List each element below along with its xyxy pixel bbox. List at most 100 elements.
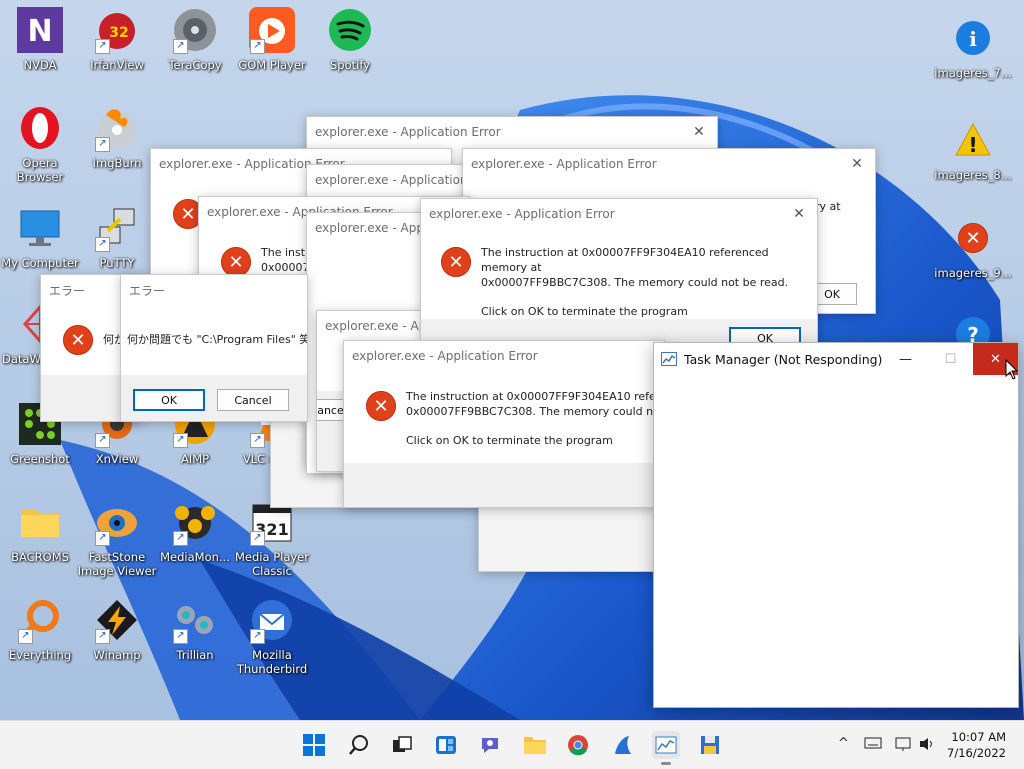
desktop-icon-irfanview[interactable]: 32 ↗ IrfanView bbox=[77, 6, 157, 72]
desktop-icon-opera[interactable]: Opera Browser bbox=[0, 104, 80, 184]
close-button[interactable]: ✕ bbox=[839, 149, 875, 179]
desktop-icon-media-player-classic[interactable]: 321 ↗ Media Player Classic bbox=[232, 498, 312, 578]
app-button[interactable] bbox=[608, 731, 636, 759]
desktop-icon-imageres-8[interactable]: ! imageres_8... bbox=[933, 116, 1013, 182]
warning-icon: ! bbox=[955, 122, 991, 157]
error-dialog[interactable]: explorer.exe - Application Error ✕ The i… bbox=[343, 340, 665, 508]
shark-icon bbox=[615, 736, 631, 754]
maximize-button[interactable]: ☐ bbox=[928, 343, 973, 375]
desktop-icon-imageres-9[interactable]: ✕ imageres_9... bbox=[933, 214, 1013, 280]
shortcut-arrow-icon: ↗ bbox=[173, 39, 188, 54]
desktop-icon-everything[interactable]: ↗ Everything bbox=[0, 596, 80, 662]
shortcut-arrow-icon: ↗ bbox=[95, 531, 110, 546]
desktop-icon-spotify[interactable]: Spotify bbox=[310, 6, 390, 72]
spotify-icon bbox=[329, 9, 371, 51]
dialog-title: explorer.exe - Application Error bbox=[429, 207, 615, 221]
cancel-button[interactable]: Cancel bbox=[217, 389, 289, 411]
search-button[interactable] bbox=[345, 731, 373, 759]
keyboard-icon[interactable] bbox=[864, 736, 882, 754]
error-icon: ✕ bbox=[441, 247, 471, 277]
error-message: 何か問題でも "C:\Program Files" 笑 bbox=[127, 333, 308, 346]
desktop-icon-winamp[interactable]: ↗ Winamp bbox=[77, 596, 157, 662]
dialog-title: エラー bbox=[129, 283, 166, 298]
shortcut-arrow-icon: ↗ bbox=[250, 629, 265, 644]
desktop-icon-nvda[interactable]: N NVDA bbox=[0, 6, 80, 72]
desktop-icon-mediamonkey[interactable]: ↗ MediaMon... bbox=[155, 498, 235, 564]
shortcut-arrow-icon: ↗ bbox=[250, 531, 265, 546]
dialog-title: explorer.exe - Application Error bbox=[471, 157, 657, 171]
shortcut-arrow-icon: ↗ bbox=[173, 629, 188, 644]
chrome-icon bbox=[568, 735, 588, 756]
shortcut-arrow-icon: ↗ bbox=[95, 39, 110, 54]
shortcut-arrow-icon: ↗ bbox=[250, 433, 265, 448]
taskbar: ^ 10:07 AM 7/16/2022 bbox=[0, 720, 1024, 769]
desktop-icon-bacroms[interactable]: BACROMS bbox=[0, 498, 80, 564]
shortcut-arrow-icon: ↗ bbox=[18, 629, 33, 644]
app-button[interactable] bbox=[696, 731, 724, 759]
close-button[interactable]: ✕ bbox=[681, 117, 717, 147]
opera-icon bbox=[21, 107, 59, 149]
task-manager-taskbar-button[interactable] bbox=[652, 731, 680, 765]
svg-text:N: N bbox=[27, 14, 52, 49]
start-button[interactable] bbox=[300, 731, 328, 759]
widgets-icon bbox=[436, 736, 456, 754]
desktop-icon-imageres-7[interactable]: i imageres_7... bbox=[933, 14, 1013, 80]
error-icon: ✕ bbox=[366, 391, 396, 421]
error-icon: ✕ bbox=[958, 223, 988, 253]
shortcut-arrow-icon: ↗ bbox=[95, 433, 110, 448]
error-dialog-ghost bbox=[478, 500, 656, 572]
desktop-icon-gom-player[interactable]: ↗ GOM Player bbox=[232, 6, 312, 72]
close-button[interactable]: ✕ bbox=[781, 199, 817, 229]
dialog-title: explorer.exe - Application Error bbox=[315, 125, 501, 139]
error-icon: ✕ bbox=[221, 247, 251, 277]
error-icon: ✕ bbox=[63, 325, 93, 355]
dialog-title: explorer.exe - Application Error bbox=[315, 173, 477, 187]
tray-overflow-chevron[interactable]: ^ bbox=[838, 736, 849, 751]
floppy-icon bbox=[701, 736, 719, 754]
shortcut-arrow-icon: ↗ bbox=[173, 433, 188, 448]
error-dialog[interactable]: explorer.exe - Application Error ✕ ✕ The … bbox=[420, 198, 818, 350]
japanese-error-dialog[interactable]: エラー 何か問題でも "C:\Program Files" 笑 OK Cance… bbox=[120, 274, 308, 422]
desktop-icon-my-computer[interactable]: My Computer bbox=[0, 204, 80, 270]
folder-icon bbox=[21, 509, 59, 537]
task-manager-window[interactable]: Task Manager (Not Responding) — ☐ ✕ bbox=[653, 342, 1019, 708]
info-icon: i bbox=[956, 21, 990, 55]
desktop-icon-faststone[interactable]: ↗ FastStone Image Viewer bbox=[77, 498, 157, 578]
volume-icon[interactable] bbox=[918, 736, 936, 756]
title-bar[interactable]: Task Manager (Not Responding) — ☐ ✕ bbox=[654, 343, 1018, 375]
clock[interactable]: 10:07 AM 7/16/2022 bbox=[947, 729, 1006, 761]
task-manager-icon bbox=[655, 736, 677, 754]
monitor-icon bbox=[20, 210, 60, 246]
svg-text:i: i bbox=[969, 27, 977, 51]
window-title: Task Manager (Not Responding) bbox=[684, 351, 883, 367]
nvda-icon: N bbox=[17, 7, 63, 53]
chat-button[interactable] bbox=[476, 731, 504, 759]
shortcut-arrow-icon: ↗ bbox=[250, 39, 265, 54]
ok-button[interactable]: OK bbox=[133, 389, 205, 411]
chat-icon bbox=[482, 738, 498, 753]
network-icon[interactable] bbox=[894, 736, 912, 756]
error-message: The instruction at 0x00007FF9F304EA10 re… bbox=[406, 390, 665, 447]
svg-text:32: 32 bbox=[109, 25, 128, 41]
desktop-icon-teracopy[interactable]: ↗ TeraCopy bbox=[155, 6, 235, 72]
shortcut-arrow-icon: ↗ bbox=[95, 237, 110, 252]
mouse-cursor bbox=[1005, 359, 1019, 380]
folder-icon bbox=[524, 737, 546, 754]
desktop-icon-putty[interactable]: ↗ PuTTY bbox=[77, 204, 157, 270]
desktop-icon-trillian[interactable]: ↗ Trillian bbox=[155, 596, 235, 662]
svg-text:!: ! bbox=[968, 133, 977, 157]
shortcut-arrow-icon: ↗ bbox=[173, 531, 188, 546]
chrome-button[interactable] bbox=[564, 731, 592, 759]
error-message: The instruction at 0x00007FF9F304EA10 re… bbox=[481, 246, 789, 318]
search-icon bbox=[349, 735, 368, 755]
desktop-icon-thunderbird[interactable]: ↗ Mozilla Thunderbird bbox=[232, 596, 312, 676]
shortcut-arrow-icon: ↗ bbox=[95, 137, 110, 152]
widgets-button[interactable] bbox=[432, 731, 460, 759]
task-view-button[interactable] bbox=[388, 731, 416, 759]
desktop-icon-imgburn[interactable]: ↗ ImgBurn bbox=[77, 104, 157, 170]
task-manager-icon bbox=[654, 352, 684, 366]
minimize-button[interactable]: — bbox=[883, 343, 928, 375]
windows-logo-icon bbox=[303, 734, 325, 756]
dialog-title: explorer.exe - Application Error bbox=[352, 349, 538, 363]
file-explorer-button[interactable] bbox=[521, 731, 549, 759]
